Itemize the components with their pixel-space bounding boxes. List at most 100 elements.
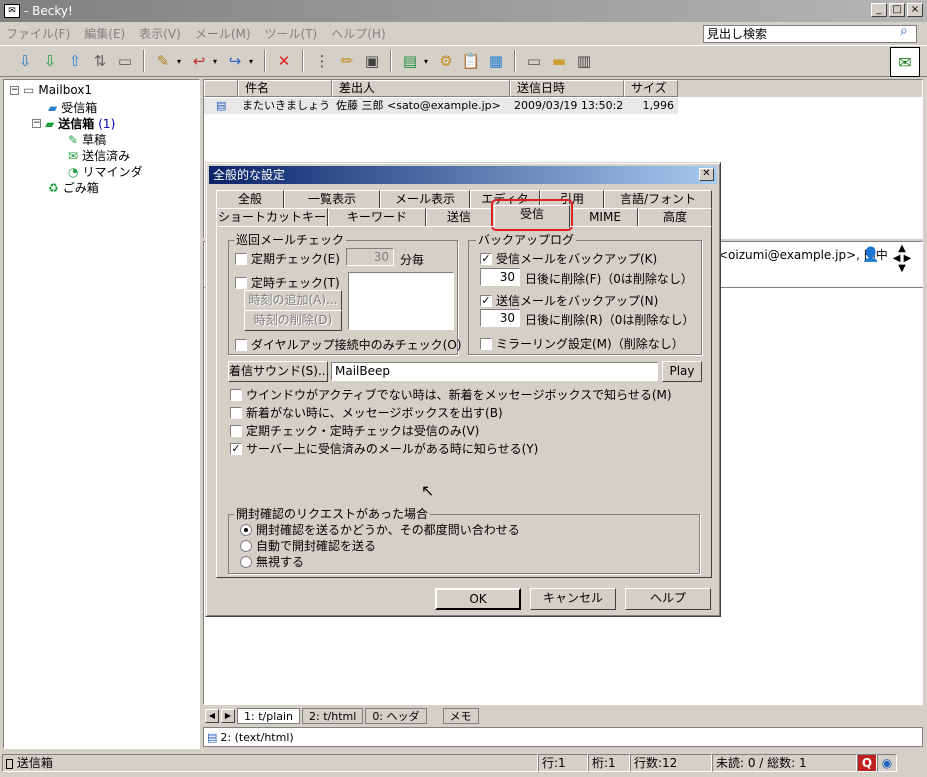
offline-icon[interactable]: ▭ [114, 50, 136, 72]
receive-all-icon[interactable]: ⇩ [14, 50, 36, 72]
checkbox-box[interactable] [235, 276, 247, 289]
add-time-button[interactable]: 時刻の追加(A)... [244, 290, 342, 311]
server-mail-notify-checkbox[interactable]: ✓ サーバー上に受信済みのメールがある時に知らせる(Y) [230, 440, 538, 457]
menu-view[interactable]: 表示(V) [139, 25, 181, 42]
delete-time-button[interactable]: 時刻の削除(D) [244, 310, 342, 331]
tab-list-view[interactable]: 一覧表示 [284, 190, 380, 209]
menu-mail[interactable]: メール(M) [195, 25, 251, 42]
memo-icon[interactable]: ▦ [485, 50, 507, 72]
mirroring-checkbox[interactable]: ミラーリング設定(M)（削除なし） [480, 335, 684, 352]
navigate-arrows-icon[interactable]: ▲ ◀ ▶ ▼ [888, 244, 916, 274]
tab-text-html[interactable]: 2: t/html [302, 708, 364, 724]
chevron-down-icon[interactable]: ▾ [249, 57, 257, 66]
checkbox-box[interactable] [230, 388, 242, 401]
tree-item-drafts[interactable]: ✎ 草稿 [68, 131, 106, 148]
radio-button[interactable] [240, 523, 252, 536]
checkbox-box[interactable] [230, 406, 242, 419]
tab-keywords[interactable]: キーワード [328, 208, 426, 227]
clipboard-icon[interactable]: 📋 [460, 50, 482, 72]
checkbox-box[interactable] [235, 252, 247, 265]
checkbox-box[interactable]: ✓ [480, 294, 492, 307]
chevron-down-icon[interactable]: ▾ [213, 57, 221, 66]
dialog-close-icon[interactable]: ✕ [699, 168, 714, 181]
tab-receive[interactable]: 受信 [494, 205, 570, 228]
receive-icon[interactable]: ⇩ [39, 50, 61, 72]
tab-mail-view[interactable]: メール表示 [380, 190, 470, 209]
receipt-ignore-radio[interactable]: 無視する [240, 553, 304, 570]
column-from[interactable]: 差出人 [332, 80, 510, 97]
tree-item-sent[interactable]: ✉ 送信済み [68, 147, 130, 164]
menu-file[interactable]: ファイル(F) [6, 25, 70, 42]
help-button[interactable]: ヘルプ [625, 588, 711, 610]
checkbox-box[interactable] [230, 424, 242, 437]
send-icon[interactable]: ⇧ [64, 50, 86, 72]
tab-header[interactable]: 0: ヘッダ [365, 708, 427, 724]
settings-icon[interactable]: ⚙ [435, 50, 457, 72]
column-flags[interactable] [204, 80, 238, 97]
tab-language-font[interactable]: 言語/フォント [604, 190, 712, 209]
delete-icon[interactable]: ✕ [273, 50, 295, 72]
cancel-button[interactable]: キャンセル [530, 588, 616, 610]
checkbox-box[interactable] [235, 338, 247, 351]
send-backup-checkbox[interactable]: ✓ 送信メールをバックアップ(N) [480, 292, 658, 309]
column-size[interactable]: サイズ [624, 80, 678, 97]
edit-icon[interactable]: ✏ [336, 50, 358, 72]
timed-check-checkbox[interactable]: 定時チェック(T) [235, 274, 340, 291]
tab-general[interactable]: 全般 [216, 190, 284, 209]
tree-item-outbox[interactable]: − ▰ 送信箱 (1) [32, 115, 115, 132]
chevron-down-icon[interactable]: ▾ [177, 57, 185, 66]
tree-item-trash[interactable]: ♻ ごみ箱 [48, 179, 99, 196]
ok-button[interactable]: OK [435, 588, 521, 610]
periodic-check-checkbox[interactable]: 定期チェック(E) [235, 250, 340, 267]
menu-tools[interactable]: ツール(T) [265, 25, 318, 42]
tab-memo[interactable]: メモ [442, 708, 479, 724]
notify-inactive-checkbox[interactable]: ウインドウがアクティブでない時は、新着をメッセージボックスで知らせる(M) [230, 386, 672, 403]
tab-text-plain[interactable]: 1: t/plain [237, 708, 301, 724]
q-icon[interactable]: Q [857, 754, 877, 772]
tab-advanced[interactable]: 高度 [638, 208, 712, 227]
attachment-label[interactable]: 2: (text/html) [220, 731, 293, 744]
receive-only-checkbox[interactable]: 定期チェック・定時チェックは受信のみ(V) [230, 422, 479, 439]
maximize-button[interactable]: □ [889, 3, 905, 17]
filter-icon[interactable]: ▣ [361, 50, 383, 72]
tree-item-inbox[interactable]: ▰ 受信箱 [48, 99, 97, 116]
send-receive-icon[interactable]: ⇅ [89, 50, 111, 72]
column-date[interactable]: 送信日時 [510, 80, 624, 97]
tree-root[interactable]: − ▭ Mailbox1 [10, 83, 92, 97]
close-button[interactable]: × [907, 3, 923, 17]
minimize-button[interactable]: _ [871, 3, 887, 17]
time-list[interactable] [348, 272, 454, 330]
folder-icon[interactable]: ▬ [548, 50, 570, 72]
dialup-only-checkbox[interactable]: ダイヤルアップ接続中のみチェック(O) [235, 336, 461, 353]
incoming-sound-button[interactable]: 着信サウンド(S)... [228, 361, 329, 382]
radio-button[interactable] [240, 539, 252, 552]
menu-help[interactable]: ヘルプ(H) [331, 25, 385, 42]
recv-backup-checkbox[interactable]: ✓ 受信メールをバックアップ(K) [480, 250, 657, 267]
thread-icon[interactable]: ⋮ [311, 50, 333, 72]
collapse-icon[interactable]: − [32, 119, 41, 128]
mail-status-icon[interactable]: ✉ [890, 47, 920, 77]
checkbox-box[interactable]: ✓ [230, 442, 242, 455]
layout-icon[interactable]: ▥ [573, 50, 595, 72]
forward-icon[interactable]: ↪ [224, 50, 246, 72]
checkbox-box[interactable] [480, 337, 492, 350]
menu-edit[interactable]: 編集(E) [84, 25, 125, 42]
tree-item-reminder[interactable]: ◔ リマインダ [68, 163, 143, 180]
add-contact-icon[interactable]: 👤 [862, 247, 879, 263]
column-subject[interactable]: 件名 [238, 80, 332, 97]
tab-mime[interactable]: MIME [572, 208, 638, 227]
search-icon[interactable]: ⌕ [900, 23, 908, 39]
attachment-icon[interactable]: ▤ [207, 731, 217, 744]
checkbox-box[interactable]: ✓ [480, 252, 492, 265]
radio-button[interactable] [240, 555, 252, 568]
table-row[interactable]: ▤ またいきましょう 佐藤 三郎 <sato@example.jp> 2009/… [204, 98, 678, 114]
chevron-down-icon[interactable]: ▾ [424, 57, 432, 66]
tab-send[interactable]: 送信 [426, 208, 492, 227]
window-icon[interactable]: ▭ [523, 50, 545, 72]
compose-icon[interactable]: ✎ [152, 50, 174, 72]
address-book-icon[interactable]: ▤ [399, 50, 421, 72]
reply-icon[interactable]: ↩ [188, 50, 210, 72]
no-new-mail-checkbox[interactable]: 新着がない時に、メッセージボックスを出す(B) [230, 404, 503, 421]
receipt-ask-radio[interactable]: 開封確認を送るかどうか、その都度問い合わせる [240, 521, 520, 538]
tab-scroll-right-icon[interactable]: ▶ [221, 709, 235, 723]
